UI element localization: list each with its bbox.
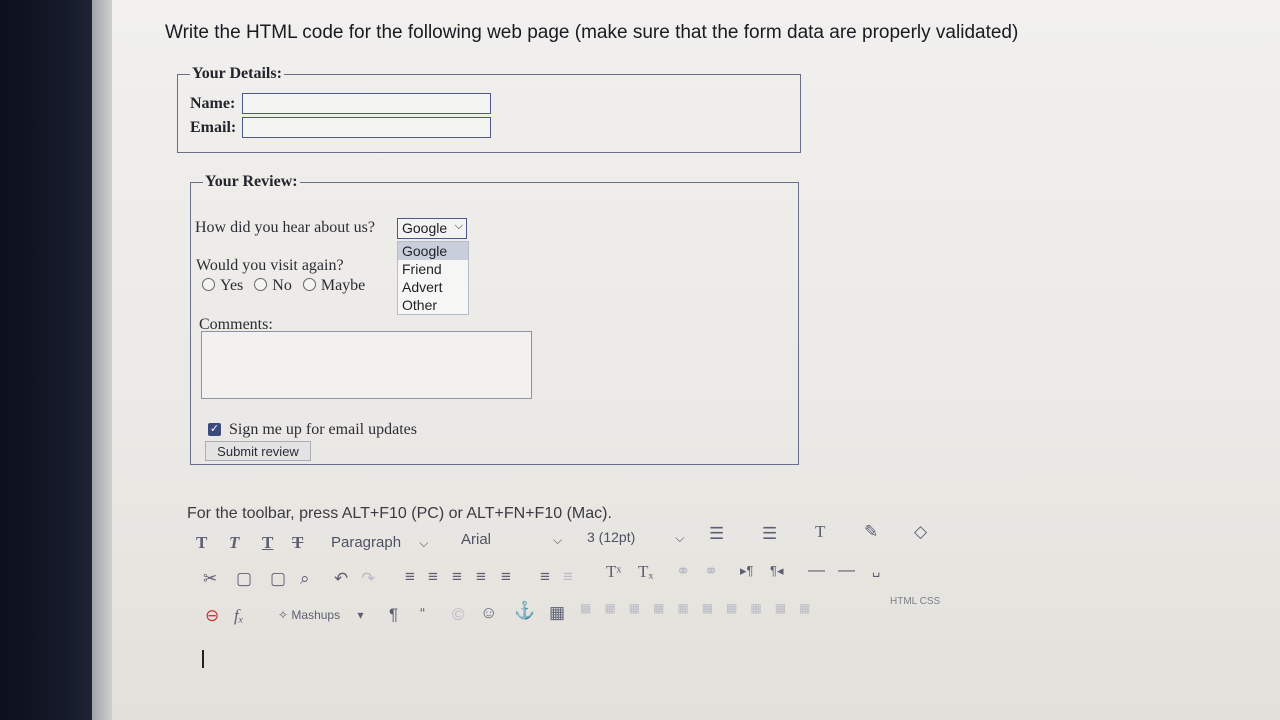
- paste-icon[interactable]: ▢: [270, 569, 286, 589]
- indent-icon[interactable]: ≡: [540, 567, 550, 587]
- align-right-icon[interactable]: ≡: [452, 567, 462, 587]
- horizontal-line-icon[interactable]: —: [838, 560, 855, 580]
- hear-label: How did you hear about us?: [195, 219, 375, 236]
- signup-label: Sign me up for email updates: [229, 421, 417, 438]
- size-select[interactable]: 3 (12pt) ⌵: [587, 529, 684, 546]
- radio-circle-icon: [302, 278, 316, 291]
- name-input[interactable]: [242, 93, 491, 114]
- copyright-icon[interactable]: ©: [452, 605, 465, 625]
- justify-full-icon[interactable]: ≡: [501, 567, 511, 587]
- radio-yes[interactable]: Yes: [202, 277, 243, 294]
- text-color-icon[interactable]: T: [815, 522, 825, 542]
- emoji-icon[interactable]: ☺: [480, 603, 497, 623]
- anchor-icon[interactable]: ⚓: [514, 601, 535, 621]
- select-value: Google: [402, 220, 448, 236]
- font-select[interactable]: Arial ⌵: [461, 531, 562, 548]
- details-legend: Your Details:: [192, 65, 282, 82]
- radio-no[interactable]: No: [254, 277, 292, 294]
- comments-textarea[interactable]: [201, 331, 532, 399]
- subscript-icon[interactable]: Tₓ: [638, 562, 653, 582]
- email-input[interactable]: [242, 117, 491, 138]
- screen-edge: [92, 0, 112, 720]
- chevron-down-icon: ⌵: [553, 533, 563, 547]
- chevron-down-icon: ⌵: [454, 220, 463, 232]
- align-center-icon[interactable]: ≡: [428, 567, 438, 587]
- paragraph-select[interactable]: Paragraph ⌵: [331, 534, 428, 551]
- text-cursor: [202, 650, 204, 668]
- option-other[interactable]: Other: [398, 296, 468, 314]
- space-icon[interactable]: ␣: [872, 562, 880, 578]
- unlink-icon[interactable]: ⚭: [704, 562, 718, 582]
- html-css-button[interactable]: HTML CSS: [890, 596, 940, 607]
- radio-circle-icon: [202, 278, 215, 291]
- email-label: Email:: [190, 119, 237, 136]
- copy-icon[interactable]: ▢: [236, 569, 252, 589]
- italic-icon[interactable]: T: [229, 533, 239, 553]
- eraser-icon[interactable]: ◇: [914, 522, 927, 542]
- find-icon[interactable]: ⌕: [300, 569, 310, 589]
- mashups-button[interactable]: ✧ Mashups ▾: [278, 608, 363, 622]
- hear-dropdown: Google Friend Advert Other: [397, 241, 469, 315]
- hear-select[interactable]: Google ⌵: [397, 218, 467, 239]
- horizontal-line-icon[interactable]: —: [808, 560, 825, 580]
- text-style-icon[interactable]: T: [196, 533, 207, 553]
- table-icon[interactable]: ▦: [549, 603, 565, 623]
- option-friend[interactable]: Friend: [398, 260, 468, 278]
- quote-icon[interactable]: “: [420, 605, 425, 622]
- visit-radio-group: Yes No Maybe: [202, 277, 372, 295]
- name-label: Name:: [190, 95, 236, 112]
- chevron-down-icon: ▾: [357, 608, 364, 622]
- table-tools-icons[interactable]: ▦▦▦▦▦▦▦▦▦▦: [580, 601, 823, 615]
- radio-circle-icon: [254, 278, 268, 291]
- visit-label: Would you visit again?: [196, 257, 344, 274]
- chevron-down-icon: ⌵: [419, 536, 429, 550]
- superscript-icon[interactable]: Tˣ: [606, 562, 621, 582]
- radio-maybe[interactable]: Maybe: [302, 277, 365, 294]
- underline-icon[interactable]: T: [262, 533, 273, 553]
- question-text: Write the HTML code for the following we…: [165, 22, 1019, 43]
- cut-icon[interactable]: ✂: [203, 569, 217, 589]
- signup-checkbox[interactable]: ✓: [208, 423, 221, 436]
- submit-review-button[interactable]: Submit review: [205, 441, 311, 461]
- option-google[interactable]: Google: [398, 242, 468, 260]
- paragraph-mark-icon[interactable]: ¶: [389, 605, 398, 625]
- undo-icon[interactable]: ↶: [334, 569, 348, 589]
- formula-icon[interactable]: fₓ: [234, 606, 244, 626]
- align-left-icon[interactable]: ≡: [405, 567, 415, 587]
- option-advert[interactable]: Advert: [398, 278, 468, 296]
- link-icon[interactable]: ⚭: [676, 562, 690, 582]
- toolbar-hint: For the toolbar, press ALT+F10 (PC) or A…: [187, 505, 612, 522]
- remove-icon[interactable]: ⊖: [205, 606, 219, 626]
- outdent-icon[interactable]: ≡: [563, 567, 573, 587]
- bullet-list-icon[interactable]: ☰: [709, 524, 724, 544]
- rtl-icon[interactable]: ¶◂: [770, 563, 784, 579]
- highlight-icon[interactable]: ✎: [864, 522, 878, 542]
- ltr-icon[interactable]: ▸¶: [740, 563, 754, 579]
- review-legend: Your Review:: [205, 173, 298, 190]
- numbered-list-icon[interactable]: ☰: [762, 524, 777, 544]
- mashups-icon: ✧: [278, 608, 289, 622]
- redo-icon[interactable]: ↷: [361, 569, 375, 589]
- chevron-down-icon: ⌵: [675, 531, 685, 545]
- strikethrough-icon[interactable]: T: [292, 533, 303, 553]
- monitor-bezel: [0, 0, 92, 720]
- justify-icon[interactable]: ≡: [476, 567, 486, 587]
